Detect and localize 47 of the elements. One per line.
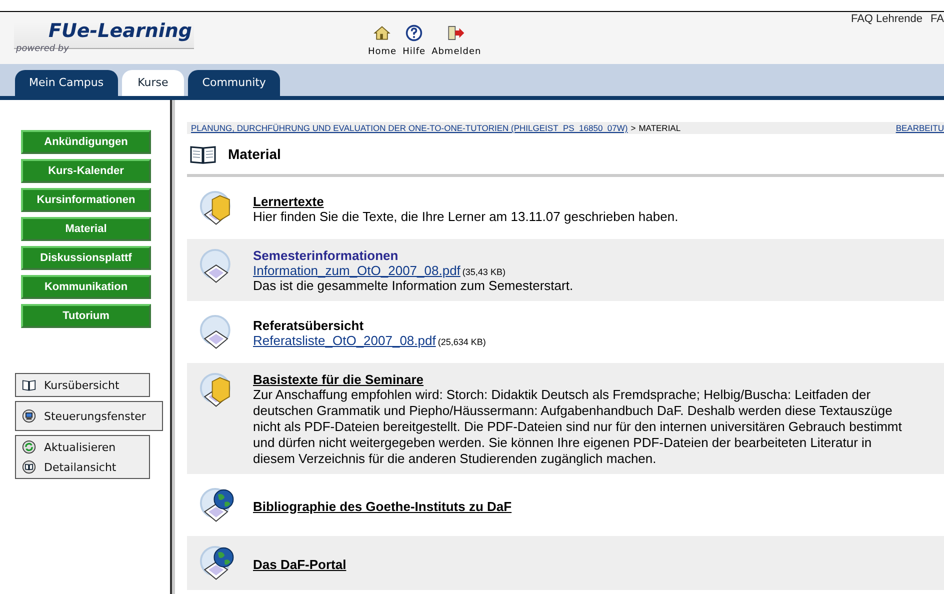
item-title-link[interactable]: Lernertexte — [253, 194, 324, 208]
course-menu-button[interactable]: Ankündigungen — [21, 130, 151, 154]
nav-tab[interactable]: Mein Campus — [15, 70, 118, 96]
edit-link[interactable]: BEARBEITU — [896, 123, 944, 133]
book-icon — [22, 378, 36, 392]
exit-door-icon — [447, 24, 466, 42]
item-title-link[interactable]: Semesterinformationen — [253, 248, 398, 263]
book-icon — [22, 460, 36, 474]
breadcrumb-separator: > — [630, 123, 636, 133]
book-icon — [190, 144, 216, 164]
side-link[interactable]: Steuerungsfenster — [22, 408, 156, 424]
file-link[interactable]: Referatsliste_OtO_2007_08.pdf — [253, 333, 436, 348]
side-link[interactable]: Kursübersicht — [22, 377, 143, 393]
breadcrumb-link[interactable]: PLANUNG, DURCHFÜHRUNG UND EVALUATION DER ONE-TO-ONE-TUTORIEN (PHILGEIST_PS_16850_07W) — [191, 123, 628, 133]
house-icon — [373, 24, 392, 42]
page-title: Material — [228, 146, 281, 162]
toolbar-link[interactable]: Hilfe — [402, 24, 426, 64]
monitor-icon — [22, 409, 36, 423]
file-size: (35,43 KB) — [462, 267, 506, 277]
course-menu-button[interactable]: Material — [21, 217, 151, 241]
course-menu-button[interactable]: Tutorium — [21, 304, 151, 328]
file-size: (25,634 KB) — [438, 337, 486, 347]
refresh-icon — [22, 440, 36, 454]
course-menu-button[interactable]: Kommunikation — [21, 275, 151, 299]
faq-link[interactable]: FAQ Lehrende — [850, 13, 931, 25]
item-description: Zur Anschaffung empfohlen wird: Storch: Didaktik Deutsch als Fremdsprache; Helbig/Buscha: Leitfaden der deutschen Grammatik und Piepho/Häussermann: Aufgabenhandbuch DaF. Deshalb werden diese Textauszüge nicht als PDF-Dateien bereitgestellt. Die PDF-Dateien sind nur für den internen universitären Gebrauch bestimmt und dürfen nicht weitergegeben werden. Sie können Ihre eigenen PDF-Dateien der bearbeiteten Literatur in diesem Verzeichnis für die anderen Studierenden zugänglich machen. — [253, 387, 903, 467]
logo-subtitle: powered by — [16, 44, 69, 54]
breadcrumb-current: MATERIAL — [638, 123, 681, 133]
nav-tab[interactable]: Community — [188, 70, 280, 96]
item-title-link[interactable]: Das DaF-Portal — [253, 556, 346, 572]
item-description: Hier finden Sie die Texte, die Ihre Lerner am 13.11.07 geschrieben haben. — [253, 208, 678, 224]
item-title-link[interactable]: Bibliographie des Goethe-Instituts zu DaF — [253, 498, 512, 514]
file-link[interactable]: Information_zum_OtO_2007_08.pdf — [253, 263, 460, 278]
item-description: Das ist die gesammelte Information zum Semesterstart. — [253, 278, 574, 294]
side-link[interactable]: Aktualisieren — [22, 439, 143, 455]
course-menu-button[interactable]: Diskussionsplattf — [21, 246, 151, 270]
item-title-link[interactable]: Referatsübersicht — [253, 318, 364, 333]
course-menu-button[interactable]: Kurs-Kalender — [21, 159, 151, 183]
faq-link[interactable]: FA — [930, 13, 944, 25]
toolbar-link[interactable]: Abmelden — [432, 24, 482, 64]
toolbar-link[interactable]: Home — [368, 24, 397, 64]
logo-brand: FUe-Learning — [48, 20, 192, 42]
course-menu-button[interactable]: Kursinformationen — [21, 188, 151, 212]
item-title-link[interactable]: Basistexte für die Seminare — [253, 372, 424, 387]
side-link[interactable]: Detailansicht — [22, 459, 143, 475]
nav-tab[interactable]: Kurse — [122, 70, 184, 96]
help-icon — [405, 24, 424, 42]
